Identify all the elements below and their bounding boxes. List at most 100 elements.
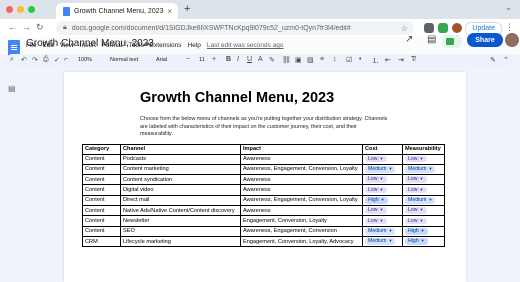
insert-link-icon[interactable]: ⛓ [282, 56, 291, 64]
increase-font-size-icon[interactable]: + [212, 56, 216, 63]
cost-chip[interactable]: Low ▼ [365, 207, 387, 214]
measurability-cell: High ▼ [402, 235, 445, 248]
measurability-chip[interactable]: Low ▼ [405, 186, 427, 194]
share-button[interactable]: Share [467, 33, 503, 47]
extension-icon[interactable] [438, 23, 448, 33]
menu-tools[interactable]: Tools [129, 42, 144, 49]
print-icon[interactable]: ⎙ [43, 56, 49, 64]
new-tab-button[interactable]: + [184, 3, 190, 15]
document-page[interactable]: Growth Channel Menu, 2023 Choose from th… [64, 72, 466, 282]
bookmark-star-icon[interactable]: ☆ [401, 24, 408, 33]
font-family-select[interactable]: Arial [156, 57, 167, 63]
header-channel: Channel [120, 144, 241, 155]
collapse-toolbar-icon[interactable]: ⌃ [503, 56, 509, 64]
decrease-font-size-icon[interactable]: − [186, 56, 190, 63]
lock-icon[interactable]: 🔒︎ [63, 24, 67, 32]
url-text: docs.google.com/document/d/1SlGDJke8lIXS… [71, 24, 351, 32]
bold-icon[interactable]: B [226, 56, 231, 63]
menu-help[interactable]: Help [188, 42, 201, 49]
measurability-chip[interactable]: Low ▼ [405, 155, 427, 163]
spellcheck-icon[interactable]: ✓ [54, 56, 60, 64]
measurability-chip[interactable]: Medium ▼ [405, 166, 436, 173]
paragraph-style-select[interactable]: Normal text [110, 57, 138, 63]
zoom-select[interactable]: 100% [78, 57, 92, 63]
increase-indent-icon[interactable]: ⇥ [398, 56, 404, 64]
align-icon[interactable]: ≡ [320, 56, 324, 63]
dropdown-caret-icon: ▼ [419, 217, 424, 223]
last-edit-link[interactable]: Last edit was seconds ago [207, 42, 284, 49]
menu-format[interactable]: Format [102, 42, 123, 49]
underline-icon[interactable]: U [247, 56, 252, 63]
cost-chip-label: Medium [368, 227, 387, 234]
numbered-list-icon[interactable]: ⒈ [372, 56, 379, 66]
cost-chip[interactable]: Low ▼ [365, 176, 387, 184]
checklist-icon[interactable]: ☑ [346, 56, 352, 64]
close-tab-icon[interactable]: × [167, 7, 172, 16]
cost-chip[interactable]: Medium ▼ [365, 166, 396, 173]
add-comment-icon[interactable]: ▣ [295, 56, 302, 64]
line-spacing-icon[interactable]: ↕ [333, 56, 337, 63]
bulleted-list-icon[interactable]: • [359, 56, 361, 63]
cost-chip-label: Low [368, 186, 378, 193]
cost-cell: Low ▼ [362, 174, 403, 186]
measurability-chip[interactable]: Low ▼ [405, 176, 427, 184]
minimize-window-button[interactable] [17, 6, 24, 13]
cost-chip[interactable]: Low ▼ [365, 155, 387, 163]
search-menus-icon[interactable]: ⌕ [10, 56, 14, 64]
dropdown-caret-icon: ▼ [428, 197, 433, 203]
extension-icon[interactable] [424, 23, 434, 33]
measurability-chip[interactable]: Low ▼ [405, 207, 427, 214]
back-arrow-icon[interactable]: ← [8, 22, 17, 32]
measurability-chip[interactable]: Low ▼ [405, 217, 427, 225]
cost-chip-label: Low [368, 176, 378, 183]
font-size-field[interactable]: 11 [199, 57, 205, 63]
version-history-icon[interactable]: ↗ [405, 34, 413, 45]
address-bar[interactable]: 🔒︎ docs.google.com/document/d/1SlGDJke8l… [56, 21, 414, 35]
menu-extensions[interactable]: Extensions [150, 42, 182, 49]
measurability-cell: Low ▼ [402, 153, 445, 165]
impact-cell: Engagement, Conversion, Loyalty, Advocac… [240, 235, 363, 248]
cost-chip[interactable]: Medium ▼ [365, 238, 396, 245]
tab-search-chevron-icon[interactable]: ⌄ [505, 3, 512, 12]
dropdown-caret-icon: ▼ [379, 186, 384, 192]
dropdown-caret-icon: ▼ [419, 176, 424, 182]
undo-icon[interactable]: ↶ [21, 56, 27, 64]
menu-edit[interactable]: Edit [42, 42, 53, 49]
browser-tab[interactable]: Growth Channel Menu, 2023 × [56, 3, 178, 19]
highlight-icon[interactable]: ✎ [269, 56, 275, 64]
measurability-chip-label: Low [408, 186, 418, 193]
editing-mode-icon[interactable]: ✎ [490, 56, 496, 64]
clear-formatting-icon[interactable]: T̸ [411, 56, 415, 63]
browser-menu-icon[interactable]: ⋮ [505, 22, 514, 33]
dropdown-caret-icon: ▼ [388, 227, 393, 233]
measurability-chip[interactable]: Medium ▼ [405, 197, 436, 204]
menu-view[interactable]: View [60, 42, 74, 49]
table-header-row: Category Channel Impact Cost Measurabili… [82, 144, 445, 155]
menu-insert[interactable]: Insert [80, 42, 96, 49]
close-window-button[interactable] [6, 6, 13, 13]
document-outline-icon[interactable]: ▤ [8, 84, 16, 93]
insert-image-icon[interactable]: ▨ [307, 56, 314, 64]
dropdown-caret-icon: ▼ [380, 197, 385, 203]
redo-icon[interactable]: ↷ [32, 56, 38, 64]
maximize-window-button[interactable] [28, 6, 35, 13]
cost-chip[interactable]: High ▼ [365, 197, 388, 204]
italic-icon[interactable]: I [237, 56, 239, 63]
cost-chip[interactable]: Medium ▼ [365, 227, 396, 235]
paint-format-icon[interactable]: ⌐ [64, 56, 68, 63]
meet-video-icon[interactable] [442, 35, 462, 48]
cost-chip[interactable]: Low ▼ [365, 217, 387, 225]
channel-cell: Native Ads/Native Content/Content discov… [120, 204, 241, 217]
account-avatar[interactable] [505, 33, 519, 47]
text-color-icon[interactable]: A [258, 56, 263, 63]
decrease-indent-icon[interactable]: ⇤ [385, 56, 391, 64]
comments-icon[interactable]: ▤ [427, 34, 436, 45]
measurability-chip[interactable]: High ▼ [405, 238, 428, 245]
dropdown-caret-icon: ▼ [419, 207, 424, 213]
measurability-chip[interactable]: High ▼ [405, 227, 428, 235]
reload-icon[interactable]: ↻ [36, 22, 44, 33]
profile-avatar[interactable] [452, 23, 462, 33]
cost-chip[interactable]: Low ▼ [365, 186, 387, 194]
forward-arrow-icon[interactable]: → [22, 22, 31, 32]
menu-file[interactable]: File [26, 42, 36, 49]
